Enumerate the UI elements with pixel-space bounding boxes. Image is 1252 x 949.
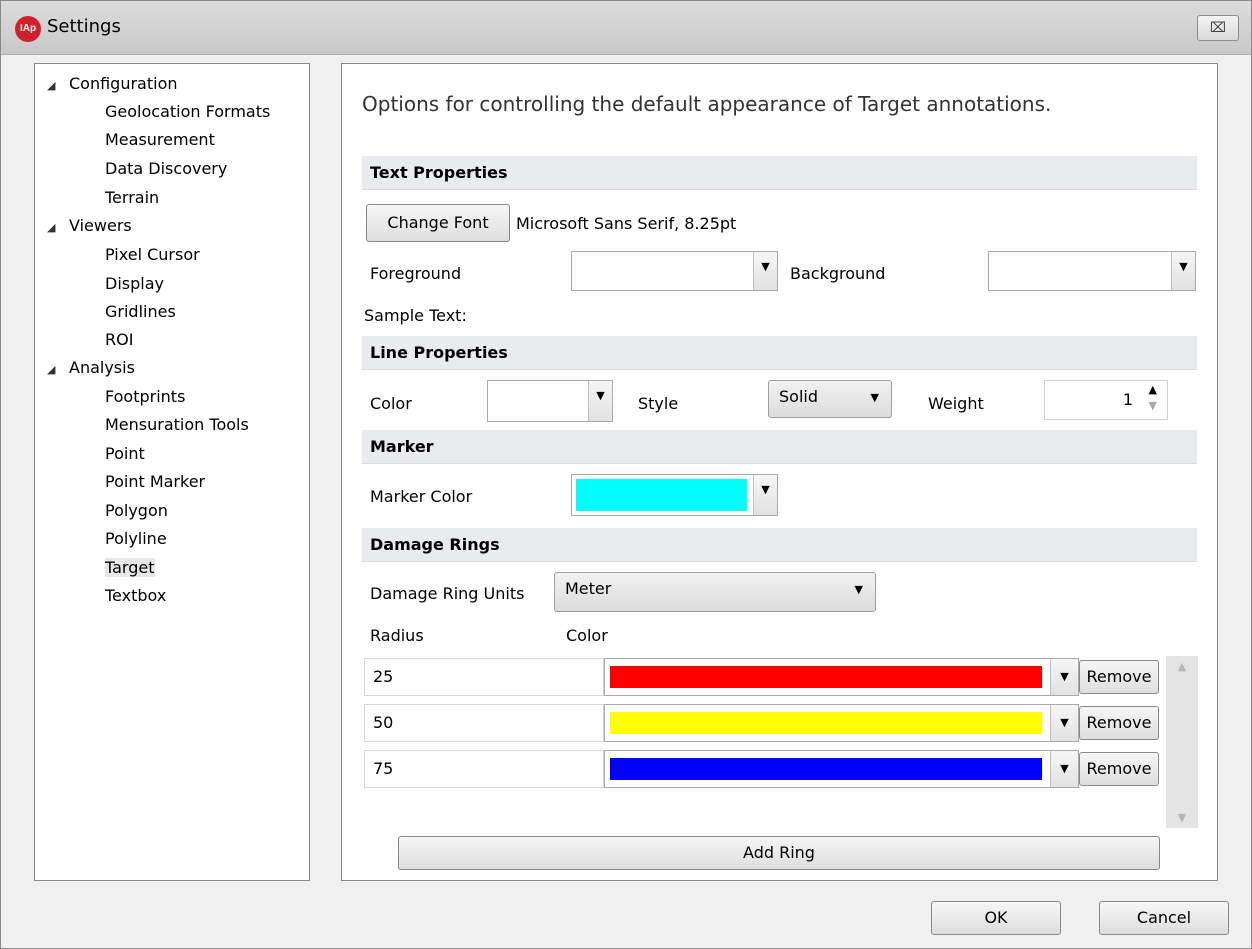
- collapse-arrow-icon[interactable]: ◢: [47, 363, 69, 376]
- tree-item-footprints[interactable]: Footprints: [105, 387, 185, 406]
- remove-ring-button[interactable]: Remove: [1079, 752, 1159, 786]
- tree-item-roi[interactable]: ROI: [105, 330, 133, 349]
- tree-item-measurement[interactable]: Measurement: [105, 130, 215, 149]
- chevron-down-icon[interactable]: ▼: [1050, 705, 1078, 741]
- tree-item-terrain[interactable]: Terrain: [105, 188, 159, 207]
- ring-color-swatch: [610, 712, 1042, 734]
- tree-item-geolocation-formats[interactable]: Geolocation Formats: [105, 102, 270, 121]
- tree-item-polyline[interactable]: Polyline: [105, 529, 167, 548]
- collapse-arrow-icon[interactable]: ◢: [47, 221, 69, 234]
- line-color-picker[interactable]: ▼: [487, 380, 613, 422]
- marker-color-label: Marker Color: [370, 487, 473, 506]
- line-color-label: Color: [370, 394, 412, 413]
- background-color-picker[interactable]: ▼: [988, 251, 1196, 291]
- chevron-down-icon[interactable]: ▼: [588, 381, 612, 421]
- collapse-arrow-icon[interactable]: ◢: [47, 79, 69, 92]
- color-column-header: Color: [566, 626, 608, 645]
- marker-header: Marker: [362, 430, 1197, 464]
- ring-color-picker[interactable]: ▼: [604, 750, 1079, 788]
- line-weight-value: 1: [1122, 390, 1133, 409]
- text-properties-header: Text Properties: [362, 156, 1197, 190]
- chevron-down-icon[interactable]: ▼: [753, 252, 777, 290]
- cancel-button[interactable]: Cancel: [1099, 901, 1229, 935]
- font-value: Microsoft Sans Serif, 8.25pt: [516, 214, 737, 233]
- line-style-label: Style: [638, 394, 679, 413]
- close-button[interactable]: ⌧: [1197, 15, 1239, 41]
- chevron-down-icon[interactable]: ▼: [1050, 751, 1078, 787]
- ring-radius-field[interactable]: 75: [364, 750, 604, 788]
- chevron-down-icon[interactable]: ▼: [1050, 659, 1078, 695]
- chevron-down-icon[interactable]: ▼: [1171, 252, 1195, 290]
- add-ring-button[interactable]: Add Ring: [398, 836, 1160, 870]
- settings-window: IAp Settings ⌧ ◢ Configuration Geolocatio…: [0, 0, 1252, 949]
- line-style-select[interactable]: Solid ▼: [768, 380, 892, 418]
- settings-tree: ◢ Configuration Geolocation Formats Measu…: [34, 63, 310, 881]
- foreground-label: Foreground: [370, 264, 462, 283]
- title-bar: IAp Settings ⌧: [1, 1, 1251, 55]
- radius-column-header: Radius: [370, 626, 424, 645]
- background-label: Background: [790, 264, 886, 283]
- change-font-button[interactable]: Change Font: [366, 204, 510, 242]
- tree-item-polygon[interactable]: Polygon: [105, 501, 168, 520]
- remove-ring-button[interactable]: Remove: [1079, 660, 1159, 694]
- tree-item-pixel-cursor[interactable]: Pixel Cursor: [105, 245, 200, 264]
- scroll-down-icon[interactable]: ▼: [1166, 811, 1198, 824]
- chevron-down-icon[interactable]: ▼: [1149, 399, 1157, 412]
- damage-rings-scrollbar[interactable]: ▲ ▼: [1166, 656, 1198, 828]
- sample-text-label: Sample Text:: [364, 306, 467, 325]
- damage-ring-units-label: Damage Ring Units: [370, 584, 525, 603]
- ring-radius-field[interactable]: 25: [364, 658, 604, 696]
- tree-group-viewers[interactable]: ◢ Viewers: [47, 216, 132, 235]
- marker-color-picker[interactable]: ▼: [571, 474, 778, 516]
- marker-color-swatch: [576, 479, 747, 511]
- tree-item-data-discovery[interactable]: Data Discovery: [105, 159, 227, 178]
- line-style-value: Solid: [779, 387, 818, 406]
- tree-item-mensuration-tools[interactable]: Mensuration Tools: [105, 415, 249, 434]
- tree-item-point[interactable]: Point: [105, 444, 145, 463]
- line-weight-stepper[interactable]: 1 ▲ ▼: [1044, 380, 1168, 420]
- tree-group-configuration[interactable]: ◢ Configuration: [47, 74, 178, 93]
- ring-color-picker[interactable]: ▼: [604, 658, 1079, 696]
- panel-description: Options for controlling the default appe…: [362, 92, 1052, 116]
- ring-color-swatch: [610, 758, 1042, 780]
- tree-item-gridlines[interactable]: Gridlines: [105, 302, 176, 321]
- tree-item-display[interactable]: Display: [105, 274, 164, 293]
- chevron-down-icon: ▼: [854, 583, 863, 596]
- damage-ring-units-value: Meter: [565, 579, 612, 598]
- app-logo-icon: IAp: [15, 16, 41, 42]
- ring-radius-field[interactable]: 50: [364, 704, 604, 742]
- line-weight-label: Weight: [928, 394, 984, 413]
- tree-item-point-marker[interactable]: Point Marker: [105, 472, 205, 491]
- chevron-down-icon[interactable]: ▼: [753, 475, 777, 515]
- window-title: Settings: [47, 16, 121, 37]
- tree-item-textbox[interactable]: Textbox: [105, 586, 166, 605]
- remove-ring-button[interactable]: Remove: [1079, 706, 1159, 740]
- ring-color-picker[interactable]: ▼: [604, 704, 1079, 742]
- target-settings-panel: Options for controlling the default appe…: [341, 63, 1218, 881]
- chevron-up-icon[interactable]: ▲: [1149, 383, 1157, 396]
- chevron-down-icon: ▼: [870, 391, 879, 404]
- ring-color-swatch: [610, 666, 1042, 688]
- scroll-up-icon[interactable]: ▲: [1166, 660, 1198, 673]
- foreground-color-picker[interactable]: ▼: [571, 251, 778, 291]
- tree-group-analysis[interactable]: ◢ Analysis: [47, 358, 135, 377]
- ok-button[interactable]: OK: [931, 901, 1061, 935]
- damage-rings-header: Damage Rings: [362, 528, 1197, 562]
- damage-ring-units-select[interactable]: Meter ▼: [554, 572, 876, 612]
- tree-item-target[interactable]: Target: [105, 558, 155, 577]
- line-properties-header: Line Properties: [362, 336, 1197, 370]
